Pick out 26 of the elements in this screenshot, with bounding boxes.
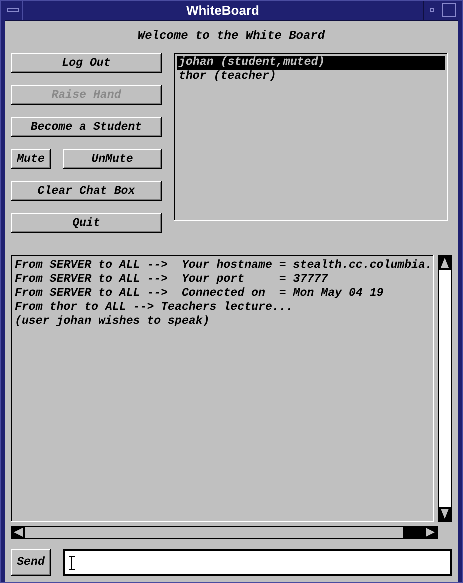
user-list-item[interactable]: thor (teacher): [177, 70, 445, 84]
chat-message: From SERVER to ALL --> Your hostname = stealth.cc.columbia.: [15, 259, 430, 273]
chat-message: From SERVER to ALL --> Connected on = Mon May 04 19: [15, 287, 385, 301]
scroll-down-icon[interactable]: [439, 507, 451, 521]
vertical-scrollbar[interactable]: [438, 255, 452, 522]
user-list-item[interactable]: johan (student,muted): [177, 56, 445, 70]
action-button[interactable]: UnMute: [63, 149, 162, 169]
message-input[interactable]: [63, 549, 452, 576]
maximize-icon[interactable]: [441, 1, 458, 20]
scroll-right-icon[interactable]: [424, 527, 437, 538]
action-button[interactable]: Clear Chat Box: [11, 181, 162, 201]
horizontal-scrollbar[interactable]: [11, 526, 438, 539]
text-cursor-icon: [69, 556, 75, 570]
welcome-heading: Welcome to the White Board: [136, 29, 326, 43]
scroll-up-icon[interactable]: [439, 256, 451, 270]
action-button[interactable]: Become a Student: [11, 117, 162, 137]
send-button[interactable]: Send: [11, 549, 51, 576]
chat-message: (user johan wishes to speak): [15, 315, 211, 329]
action-button[interactable]: Quit: [11, 213, 162, 233]
chat-message: From SERVER to ALL --> Your port = 37777: [15, 273, 330, 287]
scroll-left-icon[interactable]: [12, 527, 25, 538]
chat-message: From thor to ALL --> Teachers lecture...: [15, 301, 294, 315]
action-button[interactable]: Log Out: [11, 53, 162, 73]
scroll-thumb[interactable]: [403, 527, 424, 538]
action-button[interactable]: Mute: [11, 149, 51, 169]
window-title: WhiteBoard: [22, 1, 424, 20]
